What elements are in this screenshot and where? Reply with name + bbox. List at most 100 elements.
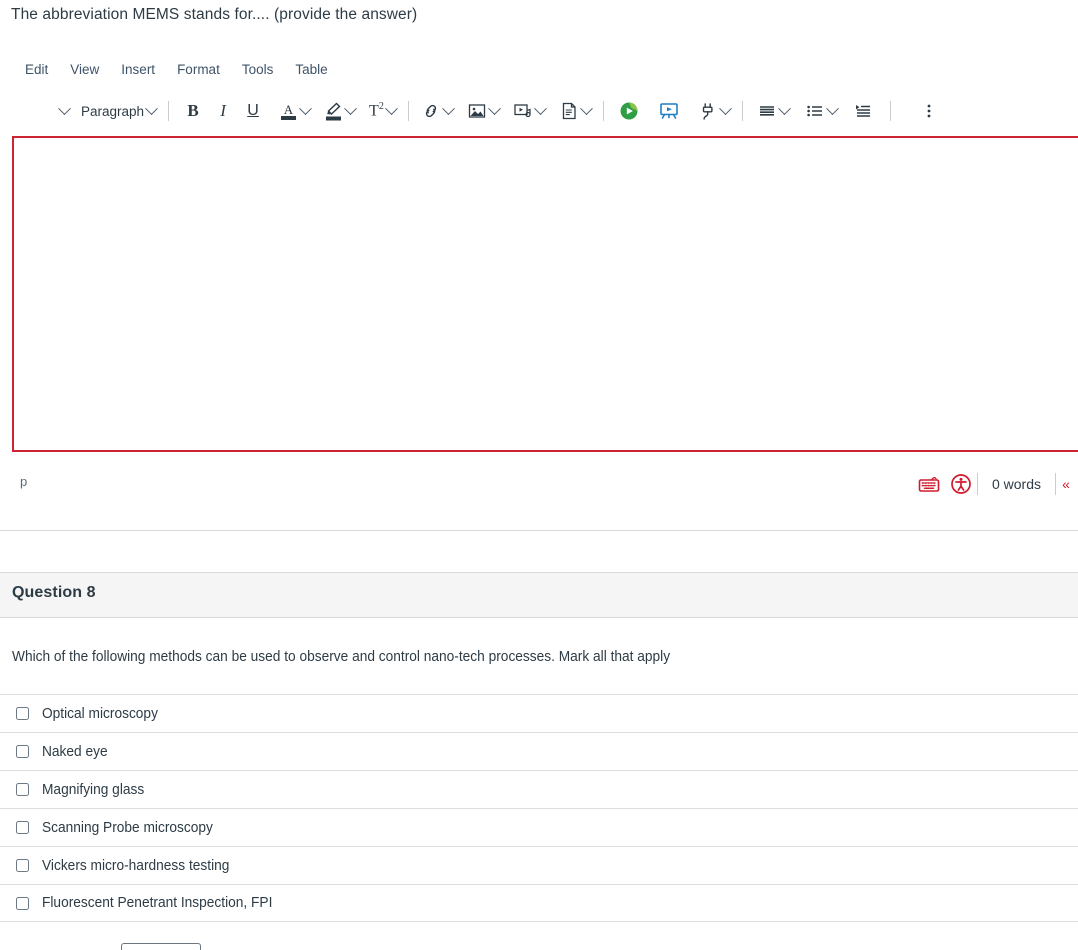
element-path[interactable]: p: [20, 474, 27, 489]
more-options-button[interactable]: [916, 97, 942, 125]
answer-checkbox[interactable]: [16, 896, 29, 910]
chevron-down-icon: [58, 101, 71, 115]
media-icon: [513, 101, 533, 121]
block-format-dropdown[interactable]: Paragraph: [78, 97, 159, 125]
menu-tools[interactable]: Tools: [231, 60, 285, 79]
chevron-down-icon: [533, 101, 547, 115]
toolbar-separator: [168, 101, 170, 121]
chevron-down-icon: [825, 101, 839, 115]
media-button[interactable]: [510, 97, 548, 125]
chevron-down-icon: [487, 101, 501, 115]
highlight-color-button[interactable]: [321, 97, 358, 125]
chevron-down-icon: [718, 101, 732, 115]
editor-menubar: Edit View Insert Format Tools Table: [14, 60, 339, 79]
toolbar-separator: [407, 101, 409, 121]
bottom-partial-control[interactable]: [121, 943, 201, 950]
answer-list: Optical microscopy Naked eye Magnifying …: [0, 694, 1078, 922]
question-header: Question 8: [0, 572, 1078, 618]
answer-label: Fluorescent Penetrant Inspection, FPI: [42, 895, 273, 911]
underline-icon: U: [247, 102, 259, 119]
indent-icon: [853, 101, 873, 121]
menu-view[interactable]: View: [59, 60, 110, 79]
answer-checkbox[interactable]: [16, 707, 29, 720]
answer-checkbox[interactable]: [16, 859, 29, 872]
underline-button[interactable]: U: [238, 97, 268, 125]
answer-option-1[interactable]: Optical microscopy: [0, 694, 1078, 732]
collapse-toolbar-button[interactable]: «: [1056, 469, 1078, 499]
menu-insert[interactable]: Insert: [110, 60, 166, 79]
answer-option-6[interactable]: Fluorescent Penetrant Inspection, FPI: [0, 884, 1078, 922]
apps-plug-icon: [698, 101, 718, 121]
highlight-color-icon: [324, 101, 343, 122]
word-count: 0 words: [991, 476, 1041, 492]
chevron-down-icon: [777, 101, 791, 115]
chevron-down-icon: [441, 101, 455, 115]
bullet-list-button[interactable]: [802, 97, 840, 125]
answer-option-5[interactable]: Vickers micro-hardness testing: [0, 846, 1078, 884]
chevron-down-icon: [299, 101, 312, 115]
editor-statusbar: p 0 words «: [0, 462, 1078, 506]
quiz-page: The abbreviation MEMS stands for.... (pr…: [0, 0, 1078, 950]
rich-text-editor-body[interactable]: [12, 136, 1078, 452]
kaltura-button[interactable]: [615, 97, 643, 125]
answer-checkbox[interactable]: [16, 745, 29, 758]
menu-table[interactable]: Table: [284, 60, 338, 79]
studio-button[interactable]: [655, 97, 683, 125]
bullet-list-icon: [805, 101, 825, 121]
answer-option-3[interactable]: Magnifying glass: [0, 770, 1078, 808]
svg-text:A: A: [284, 102, 294, 117]
link-icon: [421, 101, 441, 121]
answer-checkbox[interactable]: [16, 821, 29, 834]
italic-button[interactable]: I: [208, 97, 238, 125]
kaltura-icon: [618, 100, 640, 122]
bold-button[interactable]: B: [178, 97, 208, 125]
image-icon: [467, 101, 487, 121]
menu-format[interactable]: Format: [166, 60, 231, 79]
superscript-icon: T2: [369, 101, 384, 120]
accessibility-checker-button[interactable]: [945, 469, 977, 499]
answer-label: Optical microscopy: [42, 705, 158, 722]
answer-option-2[interactable]: Naked eye: [0, 732, 1078, 770]
text-color-button[interactable]: A: [276, 97, 313, 125]
text-color-icon: A: [279, 101, 298, 122]
chevron-down-icon: [145, 101, 158, 115]
document-button[interactable]: [556, 97, 594, 125]
bold-icon: B: [187, 101, 199, 120]
answer-label: Scanning Probe microscopy: [42, 819, 213, 836]
toolbar-separator: [889, 101, 891, 121]
chevron-down-icon: [579, 101, 593, 115]
chevron-left-icon: «: [1062, 476, 1070, 492]
block-format-label: Paragraph: [81, 103, 145, 119]
answer-label: Naked eye: [42, 743, 108, 760]
align-button[interactable]: [754, 97, 792, 125]
superscript-button[interactable]: T2: [366, 97, 399, 125]
italic-icon: I: [220, 101, 226, 120]
apps-button[interactable]: [695, 97, 733, 125]
section-divider: [0, 530, 1078, 531]
answer-label: Magnifying glass: [42, 781, 145, 798]
align-icon: [757, 101, 777, 121]
toolbar-separator: [741, 101, 743, 121]
keyboard-shortcuts-button[interactable]: [913, 469, 945, 499]
link-button[interactable]: [418, 97, 456, 125]
font-size-dropdown[interactable]: 12pt: [8, 97, 72, 125]
font-size-value-clipped: 12pt: [11, 98, 57, 124]
answer-checkbox[interactable]: [16, 783, 29, 796]
statusbar-right-group: 0 words «: [913, 469, 1078, 499]
editor-toolbar: 12pt Paragraph B I U A: [8, 94, 1078, 128]
question-text: Which of the following methods can be us…: [12, 649, 671, 665]
chevron-down-icon: [384, 101, 398, 115]
image-button[interactable]: [464, 97, 502, 125]
chevron-down-icon: [344, 101, 357, 115]
toolbar-separator: [602, 101, 604, 121]
studio-icon: [658, 100, 680, 122]
indent-button[interactable]: [850, 97, 876, 125]
question-prompt-text: The abbreviation MEMS stands for.... (pr…: [11, 6, 418, 23]
keyboard-shortcuts-icon: [918, 475, 940, 493]
menu-edit[interactable]: Edit: [14, 60, 59, 79]
question-title: Question 8: [12, 584, 96, 601]
answer-option-4[interactable]: Scanning Probe microscopy: [0, 808, 1078, 846]
document-icon: [559, 101, 579, 121]
more-options-icon: [926, 101, 932, 121]
accessibility-checker-icon: [950, 473, 972, 495]
